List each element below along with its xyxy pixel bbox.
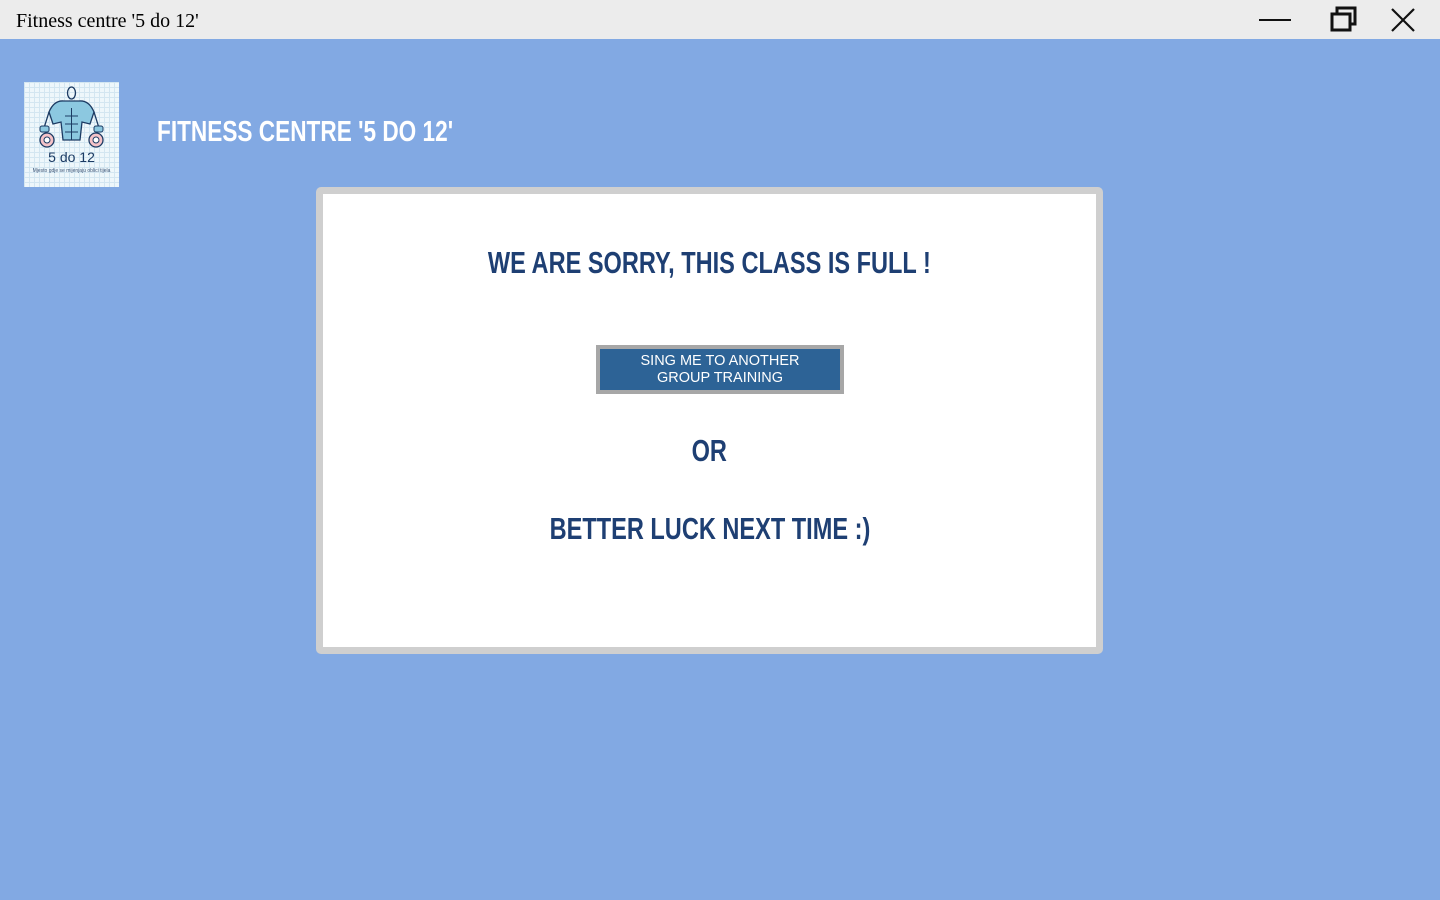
app-title: FITNESS CENTRE '5 DO 12': [157, 116, 454, 148]
minimize-button[interactable]: [1246, 0, 1304, 39]
minimize-icon: [1259, 18, 1291, 21]
class-full-heading-text: WE ARE SORRY, THIS CLASS IS FULL !: [488, 245, 931, 280]
window-title: Fitness centre '5 do 12': [16, 10, 199, 32]
close-button[interactable]: [1374, 0, 1432, 39]
signup-button-label-line2: GROUP TRAINING: [657, 370, 783, 386]
logo-tagline: Mjesto gdje se mijenjaju oblici tijela: [32, 168, 111, 174]
window-titlebar: Fitness centre '5 do 12': [0, 0, 1440, 39]
signup-button-label-line1: SING ME TO ANOTHER: [640, 353, 800, 369]
app-surface: 5 do 12 Mjesto gdje se mijenjaju oblici …: [0, 39, 1440, 900]
fitness-logo: 5 do 12 Mjesto gdje se mijenjaju oblici …: [24, 82, 119, 187]
close-icon: [1391, 7, 1415, 32]
logo-text: 5 do 12: [48, 149, 95, 165]
class-full-heading: WE ARE SORRY, THIS CLASS IS FULL !: [323, 243, 1096, 283]
signup-another-training-button[interactable]: SING ME TO ANOTHER GROUP TRAINING: [596, 345, 844, 394]
or-separator-text: OR: [691, 433, 728, 468]
restore-button[interactable]: [1315, 0, 1373, 39]
closing-message-text: BETTER LUCK NEXT TIME :): [549, 511, 870, 546]
closing-message: BETTER LUCK NEXT TIME :): [323, 509, 1096, 549]
restore-icon: [1330, 6, 1357, 31]
class-full-dialog: WE ARE SORRY, THIS CLASS IS FULL ! SING …: [316, 187, 1103, 654]
bodybuilder-icon: [39, 86, 104, 148]
or-separator: OR: [323, 431, 1096, 471]
